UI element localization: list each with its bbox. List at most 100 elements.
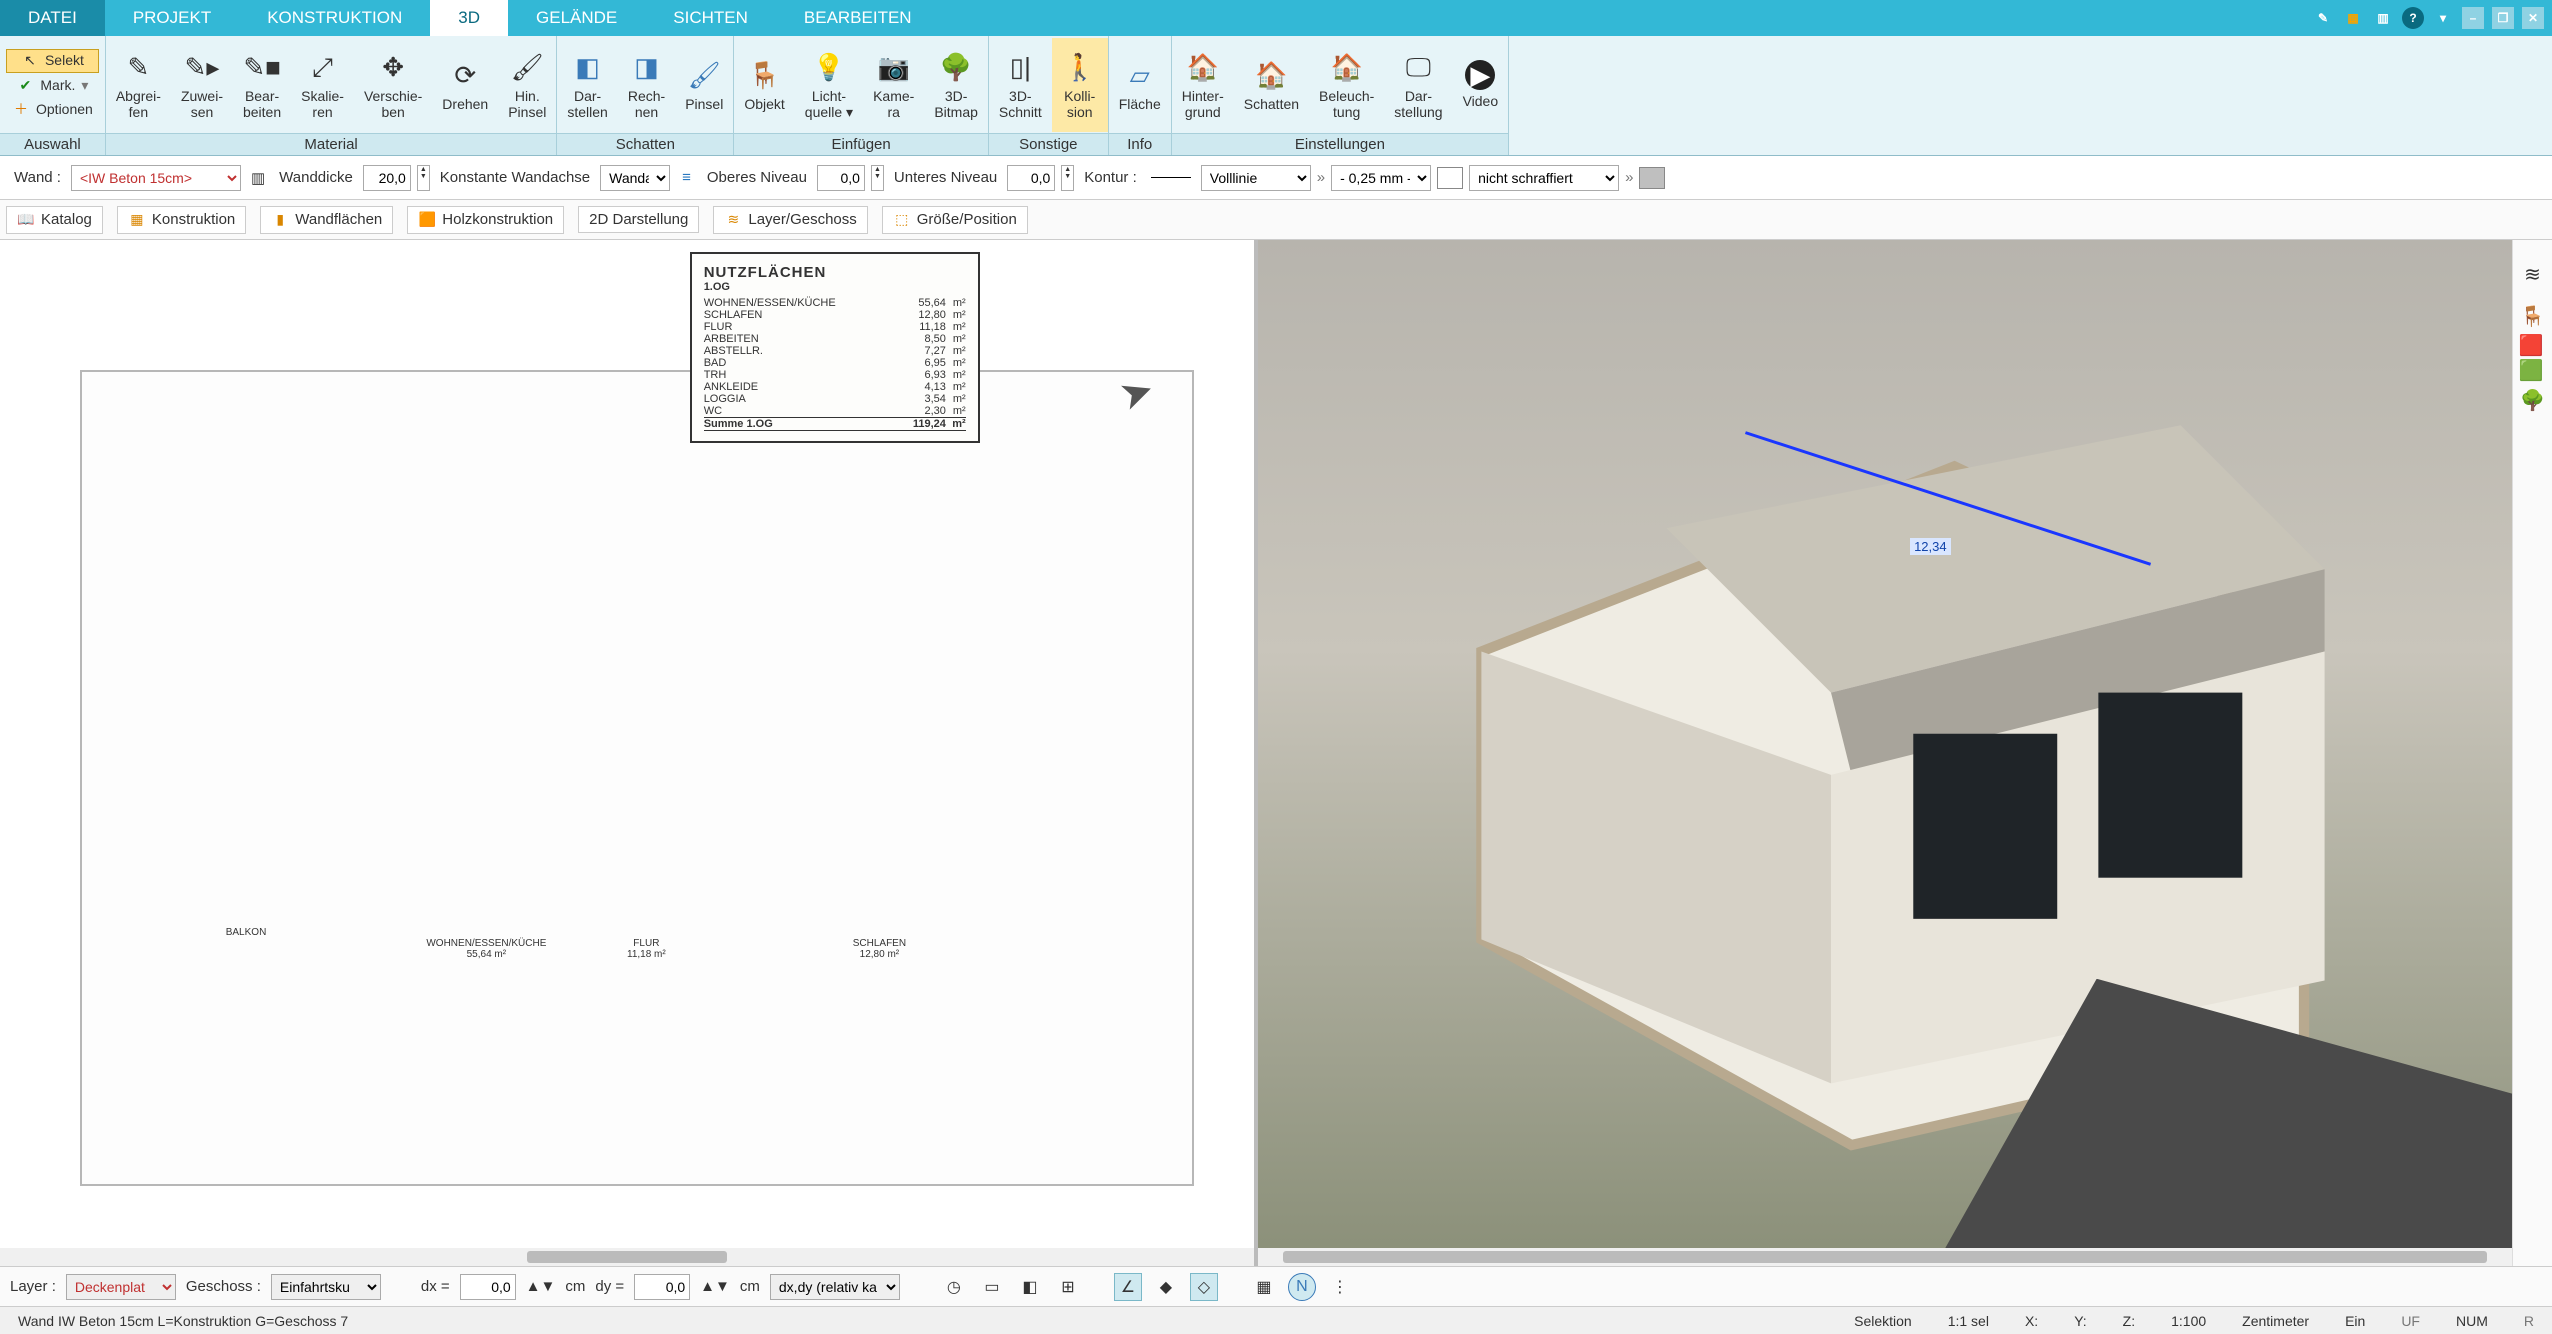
bulb-icon: 💡	[811, 49, 847, 85]
maximize-icon[interactable]: ❐	[2492, 7, 2514, 29]
3d-bitmap-button[interactable]: 🌳3D- Bitmap	[924, 38, 988, 132]
panel-groesse[interactable]: ⬚Größe/Position	[882, 206, 1028, 234]
oberes-spinner[interactable]: ▲▼	[871, 165, 884, 191]
person-icon: 🚶	[1062, 49, 1098, 85]
play-icon: ▶	[1465, 60, 1495, 90]
mark-button[interactable]: ✔Mark. ▾	[6, 75, 99, 97]
n-icon[interactable]: N	[1288, 1273, 1316, 1301]
rechnen-button[interactable]: ◨Rech- nen	[618, 38, 675, 132]
darstellung-button[interactable]: 🖵Dar- stellung	[1384, 38, 1452, 132]
drehen-button[interactable]: ⟳Drehen	[432, 38, 498, 132]
oberes-input[interactable]	[817, 165, 865, 191]
scrollbar-3d[interactable]	[1258, 1248, 2512, 1266]
group-label-sonstige: Sonstige	[989, 133, 1108, 155]
kamera-button[interactable]: 📷Kame- ra	[863, 38, 924, 132]
room-wohnen: WOHNEN/ESSEN/KÜCHE 55,64 m²	[426, 938, 546, 960]
kollision-button[interactable]: 🚶Kolli- sion	[1052, 38, 1108, 132]
clock-icon[interactable]: ◷	[940, 1273, 968, 1301]
more-icon[interactable]: ⋮	[1326, 1273, 1354, 1301]
abgreifen-button[interactable]: ✎Abgrei- fen	[106, 38, 171, 132]
palette-tool-icon[interactable]: 🟥🟩	[2519, 344, 2547, 372]
group-einstellungen: 🏠Hinter- grund 🏠Schatten 🏠Beleuch- tung …	[1172, 36, 1509, 155]
unteres-input[interactable]	[1007, 165, 1055, 191]
panel-holz[interactable]: 🟧Holzkonstruktion	[407, 206, 564, 234]
tree-tool-icon[interactable]: 🌳	[2519, 386, 2547, 414]
room-schlafen: SCHLAFEN 12,80 m²	[853, 938, 906, 960]
close-icon[interactable]: ✕	[2522, 7, 2544, 29]
geschoss-select[interactable]: Einfahrtsku	[271, 1274, 381, 1300]
flag-icon[interactable]: ▭	[978, 1273, 1006, 1301]
hintergrund-button[interactable]: 🏠Hinter- grund	[1172, 38, 1234, 132]
color-swatch-black[interactable]	[1437, 167, 1463, 189]
dy-input[interactable]	[634, 1274, 690, 1300]
furniture-tool-icon[interactable]: 🪑	[2519, 302, 2547, 330]
wanddicke-input[interactable]	[363, 165, 411, 191]
color-swatch-gray[interactable]	[1639, 167, 1665, 189]
achse-select[interactable]: Wanda	[600, 165, 670, 191]
kontur-width-select[interactable]: - 0,25 mm -	[1331, 165, 1431, 191]
orange-box-icon[interactable]: ▦	[2342, 7, 2364, 29]
tab-konstruktion[interactable]: KONSTRUKTION	[239, 0, 430, 36]
pinsel-button[interactable]: 🖌Pinsel	[675, 38, 733, 132]
dx-unit: cm	[565, 1278, 585, 1295]
hatch-select[interactable]: nicht schraffiert	[1469, 165, 1619, 191]
unteres-label: Unteres Niveau	[890, 169, 1001, 186]
tab-3d[interactable]: 3D	[430, 0, 508, 36]
help-icon[interactable]: ?	[2402, 7, 2424, 29]
panel-layer[interactable]: ≋Layer/Geschoss	[713, 206, 867, 234]
skalieren-button[interactable]: ⤢Skalie- ren	[291, 38, 354, 132]
tab-datei[interactable]: DATEI	[0, 0, 105, 36]
panel-konstruktion[interactable]: ▦Konstruktion	[117, 206, 246, 234]
scrollbar-2d[interactable]	[0, 1248, 1254, 1266]
dx-spinner[interactable]: ▲▼	[526, 1278, 556, 1295]
panel-2d[interactable]: 2D Darstellung	[578, 206, 699, 233]
status-ein: Ein	[2337, 1313, 2373, 1329]
video-button[interactable]: ▶Video	[1453, 38, 1509, 132]
tab-projekt[interactable]: PROJEKT	[105, 0, 239, 36]
section-icon: ▯|	[1002, 49, 1038, 85]
coord-mode-select[interactable]: dx,dy (relativ ka	[770, 1274, 900, 1300]
darstellen-button[interactable]: ◧Dar- stellen	[557, 38, 617, 132]
bearbeiten-button[interactable]: ✎■Bear- beiten	[233, 38, 291, 132]
panel-katalog[interactable]: 📖Katalog	[6, 206, 103, 234]
blue-box-icon[interactable]: ▥	[2372, 7, 2394, 29]
schatten-set-button[interactable]: 🏠Schatten	[1234, 38, 1309, 132]
tab-bearbeiten[interactable]: BEARBEITEN	[776, 0, 940, 36]
wanddicke-spinner[interactable]: ▲▼	[417, 165, 430, 191]
beleuchtung-button[interactable]: 🏠Beleuch- tung	[1309, 38, 1384, 132]
lichtquelle-button[interactable]: 💡Licht- quelle ▾	[795, 38, 863, 132]
snap2-icon[interactable]: ◆	[1152, 1273, 1180, 1301]
dy-spinner[interactable]: ▲▼	[700, 1278, 730, 1295]
panel-wandflaechen[interactable]: ▮Wandflächen	[260, 206, 393, 234]
zuweisen-button[interactable]: ✎▸Zuwei- sen	[171, 38, 233, 132]
chevron-down-icon[interactable]: ▾	[2432, 7, 2454, 29]
kontur-style-select[interactable]: Volllinie	[1201, 165, 1311, 191]
verschieben-button[interactable]: ✥Verschie- ben	[354, 38, 432, 132]
dx-input[interactable]	[460, 1274, 516, 1300]
selekt-button[interactable]: ↖Selekt	[6, 49, 99, 73]
tab-sichten[interactable]: SICHTEN	[645, 0, 776, 36]
cube-small-icon[interactable]: ◧	[1016, 1273, 1044, 1301]
unteres-spinner[interactable]: ▲▼	[1061, 165, 1074, 191]
objekt-button[interactable]: 🪑Objekt	[734, 38, 794, 132]
ribbon: ↖Selekt ✔Mark. ▾ ＋Optionen Auswahl ✎Abgr…	[0, 36, 2552, 156]
viewport-2d[interactable]: ➤ NUTZFLÄCHEN 1.OG WOHNEN/ESSEN/KÜCHE55,…	[0, 240, 1258, 1266]
viewport-3d[interactable]: 12,34	[1258, 240, 2512, 1266]
layers-tool-icon[interactable]: ≋	[2519, 260, 2547, 288]
axis-icon[interactable]: ≡	[676, 169, 697, 186]
grid-toggle-icon[interactable]: ▦	[1250, 1273, 1278, 1301]
hin-pinsel-button[interactable]: 🖌Hin. Pinsel	[498, 38, 556, 132]
optionen-button[interactable]: ＋Optionen	[6, 99, 99, 121]
flaeche-button[interactable]: ▱Fläche	[1109, 38, 1171, 132]
grid1-icon[interactable]: ⊞	[1054, 1273, 1082, 1301]
3d-schnitt-button[interactable]: ▯|3D- Schnitt	[989, 38, 1052, 132]
wand-type-select[interactable]: <IW Beton 15cm>	[71, 165, 241, 191]
snap3-icon[interactable]: ◇	[1190, 1273, 1218, 1301]
wall-draw-icon[interactable]: ▥	[247, 169, 269, 187]
minimize-icon[interactable]: –	[2462, 7, 2484, 29]
tab-gelaende[interactable]: GELÄNDE	[508, 0, 645, 36]
wand-icon[interactable]: ✎	[2312, 7, 2334, 29]
layer-select[interactable]: Deckenplat	[66, 1274, 176, 1300]
snap1-icon[interactable]: ∠	[1114, 1273, 1142, 1301]
status-selektion: Selektion	[1846, 1313, 1920, 1329]
